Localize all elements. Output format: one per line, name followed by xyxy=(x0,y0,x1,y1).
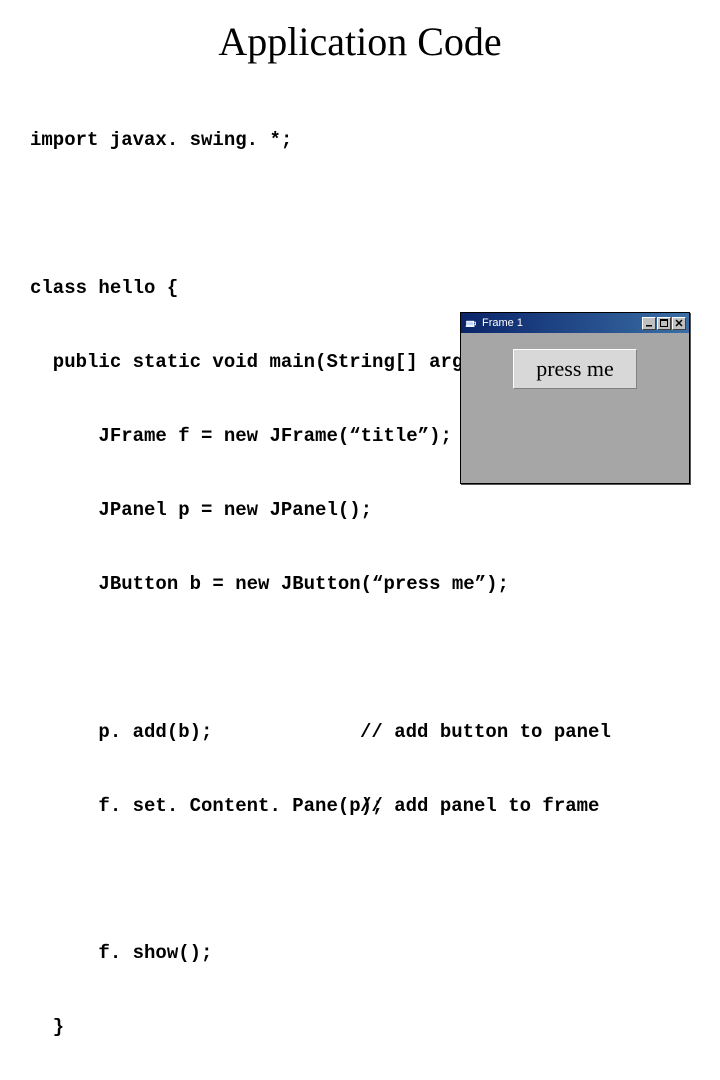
code-line: f. set. Content. Pane(p); // add panel t… xyxy=(30,794,690,819)
window-title: Frame 1 xyxy=(482,317,642,329)
slide-title: Application Code xyxy=(30,18,690,65)
code-line: JPanel p = new JPanel(); xyxy=(30,498,690,523)
code-line: } xyxy=(30,1015,690,1040)
code-line: JButton b = new JButton(“press me”); xyxy=(30,572,690,597)
slide: Application Code import javax. swing. *;… xyxy=(0,0,720,540)
code-line: import javax. swing. *; xyxy=(30,128,690,153)
blank-line xyxy=(30,646,690,670)
code-comment: // add button to panel xyxy=(360,720,611,745)
content-pane: press me xyxy=(461,333,689,483)
blank-line xyxy=(30,868,690,892)
code-line: class hello { xyxy=(30,276,690,301)
minimize-button[interactable] xyxy=(642,317,656,330)
code-comment: // add panel to frame xyxy=(360,794,599,819)
close-button[interactable] xyxy=(672,317,686,330)
code-fragment: f. set. Content. Pane(p); xyxy=(30,794,360,819)
code-line: p. add(b); // add button to panel xyxy=(30,720,690,745)
swing-window: Frame 1 press me xyxy=(460,312,690,484)
blank-line xyxy=(30,202,690,226)
code-fragment: p. add(b); xyxy=(30,720,360,745)
press-me-button[interactable]: press me xyxy=(513,349,637,389)
java-cup-icon xyxy=(464,316,478,330)
window-controls xyxy=(642,317,686,330)
window-titlebar[interactable]: Frame 1 xyxy=(461,313,689,333)
code-line: f. show(); xyxy=(30,941,690,966)
maximize-button[interactable] xyxy=(657,317,671,330)
code-block: import javax. swing. *; class hello { pu… xyxy=(30,79,690,1080)
